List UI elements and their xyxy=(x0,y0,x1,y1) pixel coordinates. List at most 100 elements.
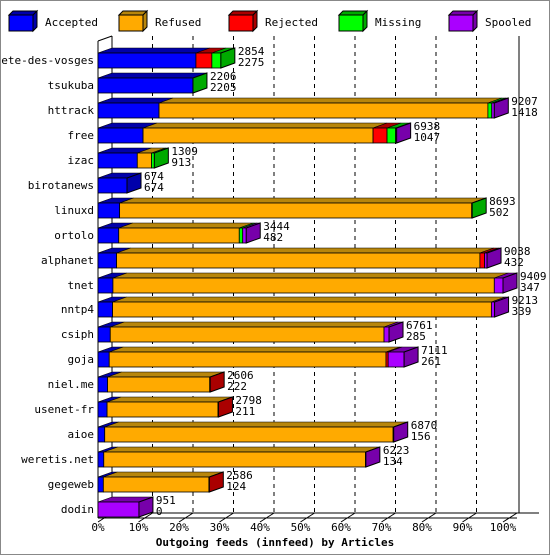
category-label: bete-des-vosges xyxy=(1,54,94,67)
category-label: tsukuba xyxy=(48,79,94,92)
x-tick-label: 20% xyxy=(169,521,189,534)
bar-segment-rejected xyxy=(479,252,486,269)
bar-segment-accepted xyxy=(97,52,197,69)
bar-segment-accepted xyxy=(97,102,160,119)
bar-segment-spooled xyxy=(383,326,390,343)
bar-segment-accepted xyxy=(97,202,121,219)
accepted-label: 1047 xyxy=(414,131,441,144)
category-label: httrack xyxy=(48,104,95,117)
bar-top-refused xyxy=(116,247,494,254)
legend-swatch-top xyxy=(337,10,369,16)
bar-segment-refused xyxy=(118,227,240,244)
bar-segment-rejected xyxy=(195,52,213,69)
bar-top-refused xyxy=(103,471,223,478)
bar-segment-accepted xyxy=(97,351,110,368)
legend-swatch xyxy=(118,14,144,32)
bar-segment-refused xyxy=(102,476,210,493)
accepted-label: 347 xyxy=(520,281,540,294)
bar-segment-refused xyxy=(119,202,473,219)
bar-group-usenet-fr: usenet-fr2798211 xyxy=(34,394,262,418)
chart-title: Outgoing feeds (innfeed) by Articles xyxy=(156,536,394,549)
bar-group-izac: izac1309913 xyxy=(68,145,198,169)
x-tick-label: 30% xyxy=(210,521,230,534)
bar-segment-refused xyxy=(108,351,387,368)
bar-segment-accepted xyxy=(97,252,117,269)
legend-swatch-side xyxy=(362,9,368,33)
bar-top-accepted xyxy=(97,47,211,54)
bar-segment-accepted xyxy=(97,152,138,169)
x-tick-label: 40% xyxy=(250,521,270,534)
bar-group-free: free69381047 xyxy=(68,120,441,144)
bar-group-goja: goja7111261 xyxy=(68,344,448,368)
legend-swatch xyxy=(448,14,474,32)
legend-swatch-top xyxy=(227,10,259,16)
x-tick-label: 50% xyxy=(291,521,311,534)
legend-swatch-top xyxy=(447,10,479,16)
accepted-label: 261 xyxy=(421,355,441,368)
legend-swatch xyxy=(338,14,364,32)
accepted-label: 285 xyxy=(406,330,426,343)
legend-label-accepted: Accepted xyxy=(45,16,98,29)
legend-swatch-side xyxy=(252,9,258,33)
category-label: aioe xyxy=(68,428,95,441)
category-label: dodin xyxy=(61,503,94,516)
category-label: niel.me xyxy=(48,378,94,391)
category-label: usenet-fr xyxy=(34,403,94,416)
bar-segment-spooled xyxy=(493,277,504,294)
frame-top-left xyxy=(97,35,113,42)
category-label: alphanet xyxy=(41,254,94,267)
bar-top-refused xyxy=(109,346,401,353)
bar-segment-accepted xyxy=(97,127,144,144)
chart-svg: Accepted Refused Rejected Missing Spooled 0% 1… xyxy=(1,9,547,549)
bar-segment-refused xyxy=(104,426,394,443)
bar-segment-refused xyxy=(116,252,481,269)
bar-group-csiph: csiph6761285 xyxy=(61,319,433,343)
bar-group-gegeweb: gegeweb2586124 xyxy=(48,469,253,493)
bar-segment-missing xyxy=(386,127,397,144)
x-tick-label: 70% xyxy=(372,521,392,534)
bar-segment-accepted xyxy=(97,227,120,244)
bar-segment-refused xyxy=(103,451,366,468)
bar-top-refused xyxy=(158,97,502,104)
accepted-label: 1418 xyxy=(511,106,538,119)
bar-top-refused xyxy=(107,371,224,378)
x-tick-label: 90% xyxy=(453,521,473,534)
legend-label-rejected: Rejected xyxy=(265,16,318,29)
bar-top-refused xyxy=(106,396,233,403)
legend-swatch-top xyxy=(7,10,39,16)
bar-top-refused xyxy=(118,222,254,229)
accepted-label: 156 xyxy=(411,430,431,443)
bar-segment-spooled xyxy=(242,227,247,244)
bar-segment-accepted xyxy=(97,77,194,94)
legend-label-missing: Missing xyxy=(375,16,421,29)
bar-segment-refused xyxy=(158,102,489,119)
accepted-label: 0 xyxy=(156,505,163,518)
bar-segment-refused xyxy=(107,376,211,393)
bar-group-alphanet: alphanet9038432 xyxy=(41,245,531,269)
bar-top-refused xyxy=(110,321,399,328)
bar-top-accepted xyxy=(97,72,208,79)
bar-segment-refused xyxy=(109,326,385,343)
accepted-label: 2275 xyxy=(238,56,265,69)
category-label: tnet xyxy=(68,279,95,292)
bar-top-refused xyxy=(104,421,408,428)
legend-swatch-top xyxy=(117,10,149,16)
category-label: weretis.net xyxy=(21,453,94,466)
category-label: free xyxy=(68,129,95,142)
bar-segment-refused xyxy=(142,127,374,144)
accepted-label: 502 xyxy=(489,206,509,219)
bar-segment-accepted xyxy=(97,401,108,418)
bar-segment-accepted xyxy=(97,476,104,493)
bar-group-aioe: aioe6870156 xyxy=(68,419,438,443)
innfeed-chart: Accepted Refused Rejected Missing Spooled 0% 1… xyxy=(0,0,550,555)
bar-group-linuxd: linuxd8693502 xyxy=(54,195,515,219)
legend-label-spooled: Spooled xyxy=(485,16,531,29)
bar-segment-accepted xyxy=(97,326,111,343)
accepted-label: 222 xyxy=(227,380,247,393)
accepted-label: 339 xyxy=(512,305,532,318)
bar-segment-refused xyxy=(106,401,219,418)
legend-swatch-side xyxy=(142,9,148,33)
accepted-label: 674 xyxy=(144,181,164,194)
legend-label-refused: Refused xyxy=(155,16,201,29)
bar-segment-accepted xyxy=(97,277,114,294)
